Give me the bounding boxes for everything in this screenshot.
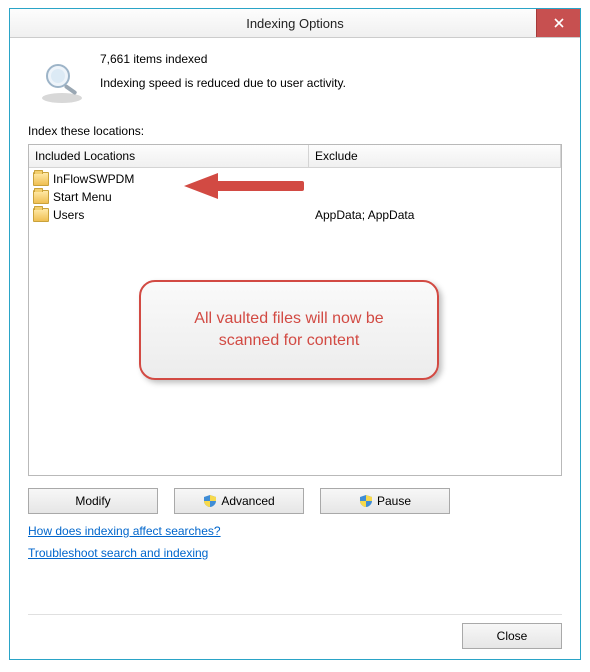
pause-button[interactable]: Pause — [320, 488, 450, 514]
location-name: InFlowSWPDM — [53, 172, 134, 186]
button-row: Modify Advanced Pause — [28, 488, 562, 514]
table-row[interactable]: Users AppData; AppData — [29, 206, 561, 224]
shield-icon — [359, 494, 373, 508]
close-button[interactable]: Close — [462, 623, 562, 649]
table-row[interactable]: Start Menu — [29, 188, 561, 206]
link-how-indexing-affects-searches[interactable]: How does indexing affect searches? — [28, 524, 221, 538]
locations-header: Included Locations Exclude — [29, 145, 561, 168]
modify-button[interactable]: Modify — [28, 488, 158, 514]
location-name: Start Menu — [53, 190, 112, 204]
status-row: 7,661 items indexed Indexing speed is re… — [28, 52, 562, 112]
indexing-options-window: Indexing Options 7,661 items indexed Ind… — [9, 8, 581, 660]
dialog-footer: Close — [28, 614, 562, 649]
table-row[interactable]: InFlowSWPDM — [29, 170, 561, 188]
location-name: Users — [53, 208, 84, 222]
shield-icon — [203, 494, 217, 508]
close-icon — [554, 18, 564, 28]
speed-note-text: Indexing speed is reduced due to user ac… — [100, 76, 346, 90]
titlebar: Indexing Options — [10, 9, 580, 38]
advanced-button[interactable]: Advanced — [174, 488, 304, 514]
annotation-text: All vaulted files will now be scanned fo… — [169, 308, 409, 353]
status-text: 7,661 items indexed Indexing speed is re… — [100, 52, 346, 90]
column-header-included[interactable]: Included Locations — [29, 145, 309, 167]
location-exclude: AppData; AppData — [309, 208, 561, 222]
items-indexed-text: 7,661 items indexed — [100, 52, 346, 66]
folder-icon — [33, 190, 49, 204]
window-close-button[interactable] — [536, 9, 580, 37]
link-troubleshoot-search[interactable]: Troubleshoot search and indexing — [28, 546, 208, 560]
help-links: How does indexing affect searches? Troub… — [28, 524, 562, 568]
column-header-exclude[interactable]: Exclude — [309, 145, 561, 167]
dialog-content: 7,661 items indexed Indexing speed is re… — [10, 38, 580, 659]
locations-listview[interactable]: Included Locations Exclude InFlowSWPDM S… — [28, 144, 562, 476]
index-locations-label: Index these locations: — [28, 124, 562, 138]
magnifier-icon — [38, 58, 86, 106]
window-title: Indexing Options — [246, 16, 344, 31]
locations-body: InFlowSWPDM Start Menu Users AppData; Ap… — [29, 168, 561, 226]
annotation-callout: All vaulted files will now be scanned fo… — [139, 280, 439, 380]
folder-icon — [33, 208, 49, 222]
folder-icon — [33, 172, 49, 186]
